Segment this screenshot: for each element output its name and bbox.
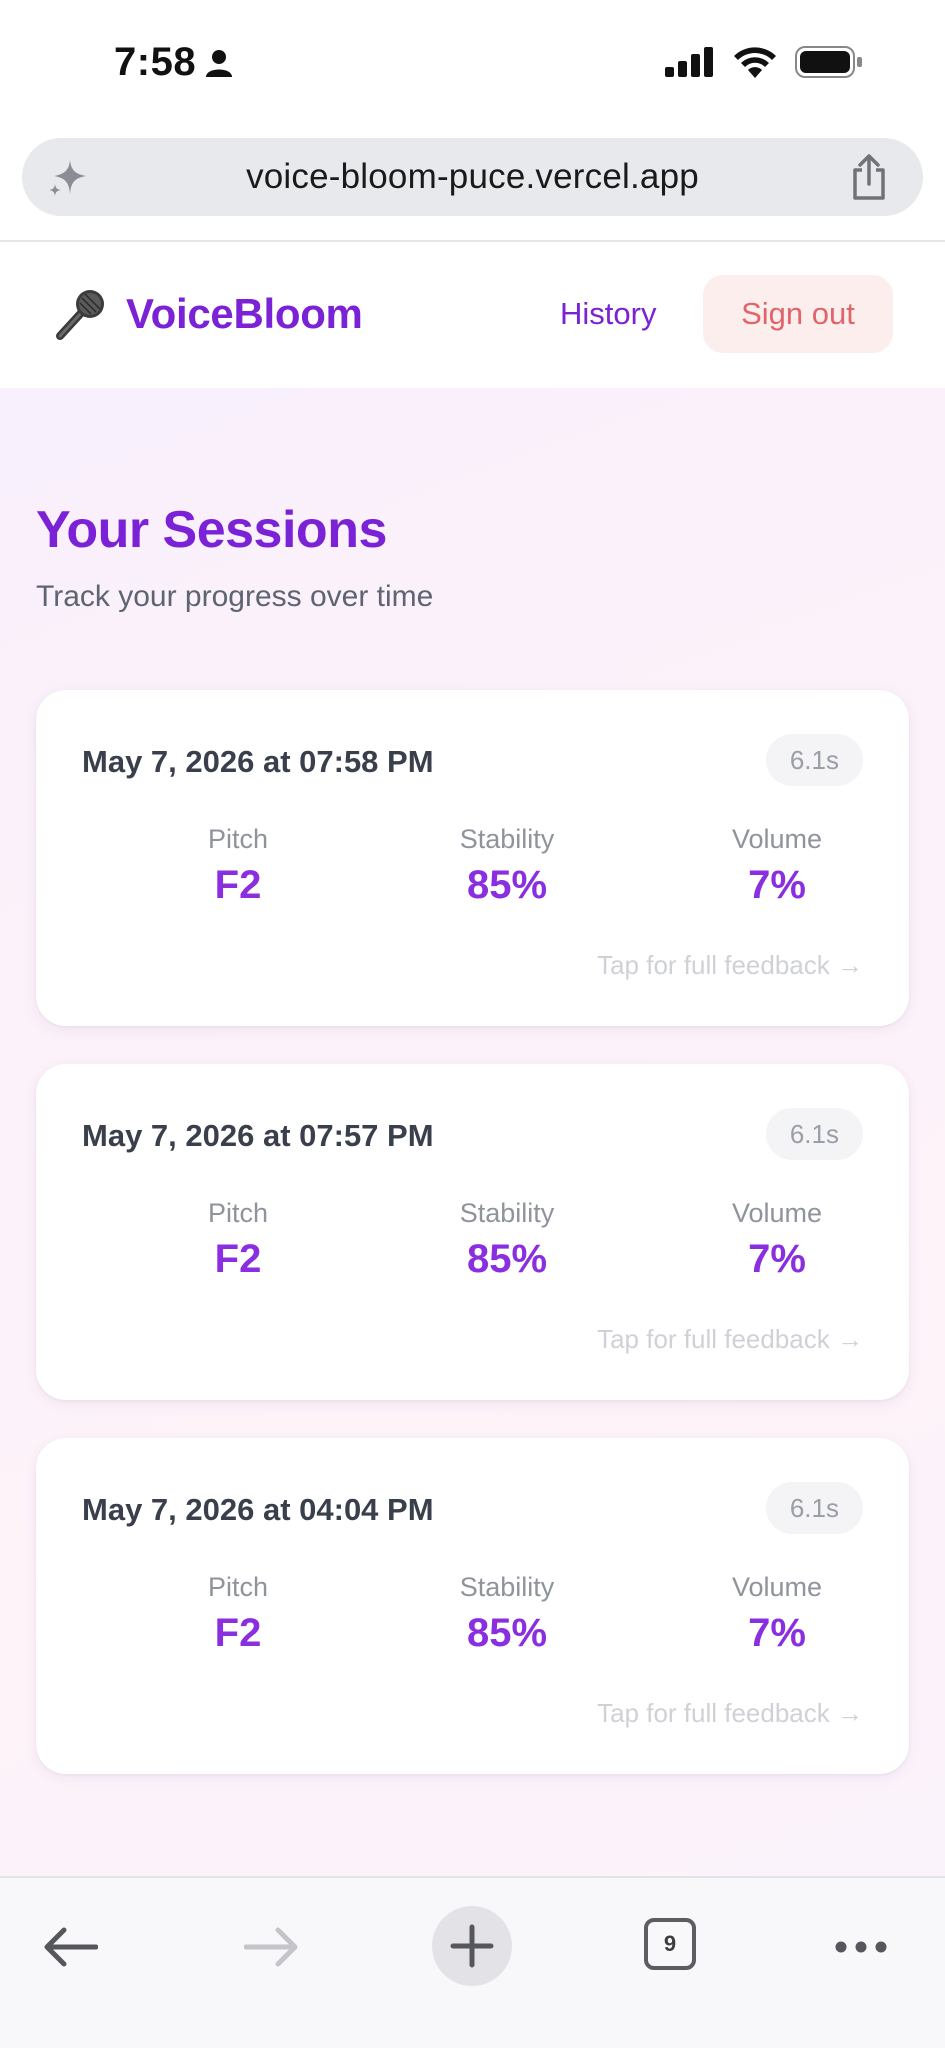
pitch-metric: Pitch F2 <box>128 1198 348 1282</box>
address-bar[interactable]: voice-bloom-puce.vercel.app <box>22 138 923 216</box>
metric-value: F2 <box>214 863 262 907</box>
volume-metric: Volume 7% <box>667 1572 887 1656</box>
forward-button[interactable] <box>236 1912 306 1982</box>
metric-label: Pitch <box>207 824 269 854</box>
duration-badge: 6.1s <box>765 1482 863 1534</box>
sign-out-button[interactable]: Sign out <box>703 275 893 353</box>
brand-name: VoiceBloom <box>126 290 363 337</box>
brand-logo[interactable]: VoiceBloom <box>52 286 363 342</box>
plus-icon <box>450 1924 494 1968</box>
more-button[interactable] <box>826 1912 896 1982</box>
session-date: May 7, 2026 at 07:57 PM <box>82 1118 434 1153</box>
session-date: May 7, 2026 at 07:58 PM <box>82 744 434 779</box>
metric-label: Pitch <box>207 1198 269 1228</box>
share-icon[interactable] <box>849 154 889 200</box>
metric-label: Stability <box>459 1198 555 1228</box>
metric-label: Volume <box>731 1572 823 1602</box>
sessions-page: Your Sessions Track your progress over t… <box>0 388 945 1876</box>
session-list: May 7, 2026 at 07:58 PM 6.1s Pitch F2 St… <box>36 690 909 1812</box>
status-time: 7:58 <box>114 40 233 85</box>
pitch-metric: Pitch F2 <box>128 1572 348 1656</box>
tabs-button[interactable]: 9 <box>644 1918 704 1978</box>
session-card[interactable]: May 7, 2026 at 04:04 PM 6.1s Pitch F2 St… <box>36 1438 909 1774</box>
pitch-metric: Pitch F2 <box>128 824 348 908</box>
stability-metric: Stability 85% <box>397 1198 617 1282</box>
more-dots-icon <box>835 1941 887 1953</box>
browser-toolbar: 9 <box>0 1876 945 2048</box>
person-icon <box>206 49 233 77</box>
volume-metric: Volume 7% <box>667 824 887 908</box>
status-bar: 7:58 <box>0 0 945 130</box>
metric-label: Volume <box>731 1198 823 1228</box>
full-feedback-link[interactable]: Tap for full feedback → <box>597 1324 863 1355</box>
session-card[interactable]: May 7, 2026 at 07:57 PM 6.1s Pitch F2 St… <box>36 1064 909 1400</box>
metric-value: F2 <box>214 1611 262 1655</box>
history-link[interactable]: History <box>560 296 656 332</box>
metric-value: 7% <box>748 1237 806 1281</box>
metric-value: 85% <box>466 1611 548 1655</box>
microphone-icon <box>56 290 104 340</box>
status-time-text: 7:58 <box>114 40 197 84</box>
full-feedback-link[interactable]: Tap for full feedback → <box>597 950 863 981</box>
battery-icon <box>795 46 862 78</box>
page-title: Your Sessions <box>36 501 387 559</box>
metric-label: Stability <box>459 824 555 854</box>
stability-metric: Stability 85% <box>397 824 617 908</box>
duration-badge: 6.1s <box>765 734 863 786</box>
metric-value: 7% <box>748 863 806 907</box>
new-tab-button[interactable] <box>432 1906 512 1986</box>
arrow-left-icon <box>44 1927 98 1967</box>
sparkle-icon[interactable] <box>48 158 88 198</box>
url-text[interactable]: voice-bloom-puce.vercel.app <box>246 157 699 197</box>
cellular-signal-icon <box>665 47 713 77</box>
metric-label: Stability <box>459 1572 555 1602</box>
page-subtitle: Track your progress over time <box>36 580 434 613</box>
status-indicators <box>665 46 863 78</box>
volume-metric: Volume 7% <box>667 1198 887 1282</box>
full-feedback-link[interactable]: Tap for full feedback → <box>597 1698 863 1729</box>
back-button[interactable] <box>36 1912 106 1982</box>
stability-metric: Stability 85% <box>397 1572 617 1656</box>
metric-value: F2 <box>214 1237 262 1281</box>
session-date: May 7, 2026 at 04:04 PM <box>82 1492 434 1527</box>
metric-value: 85% <box>466 863 548 907</box>
metric-label: Volume <box>731 824 823 854</box>
metric-label: Pitch <box>207 1572 269 1602</box>
wifi-icon <box>734 47 776 78</box>
app-header: VoiceBloom History Sign out <box>0 242 945 388</box>
arrow-right-icon <box>244 1927 298 1967</box>
duration-badge: 6.1s <box>765 1108 863 1160</box>
metric-value: 85% <box>466 1237 548 1281</box>
metric-value: 7% <box>748 1611 806 1655</box>
session-card[interactable]: May 7, 2026 at 07:58 PM 6.1s Pitch F2 St… <box>36 690 909 1026</box>
tab-count: 9 <box>644 1918 696 1970</box>
